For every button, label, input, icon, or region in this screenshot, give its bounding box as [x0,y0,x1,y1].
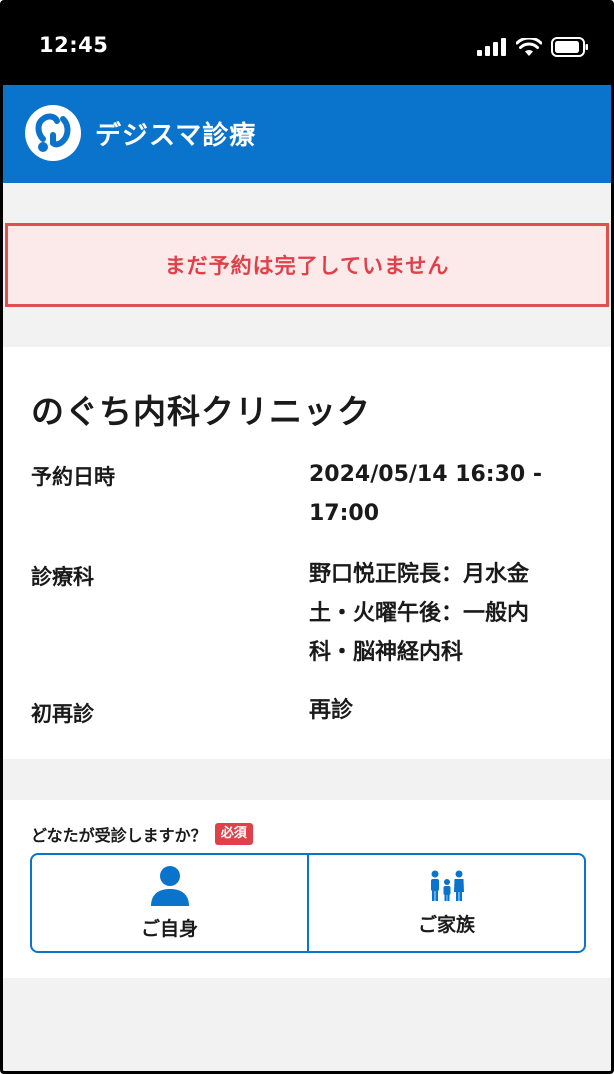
patient-question: どなたが受診しますか？ 必須 [31,822,253,846]
family-option-button[interactable]: ご家族 [307,855,584,951]
status-time: 12:45 [39,33,109,57]
status-icons [477,37,589,57]
visit-type-label: 初再診 [31,702,94,726]
value-line: 17:00 [309,501,380,526]
app-title: デジスマ診療 [95,121,257,151]
question-text: どなたが受診しますか？ [31,826,207,845]
visit-type-value: 再診 [309,691,579,730]
reservation-details-card: のぐち内科クリニック 予約日時 2024/05/14 16:30 - 17:00… [3,347,611,759]
required-badge: 必須 [214,823,253,845]
reservation-datetime-value: 2024/05/14 16:30 - 17:00 [309,455,579,533]
alert-message: まだ予約は完了していません [164,254,450,278]
family-option-label: ご家族 [417,913,475,936]
phone-frame: 12:45 デジスマ診療 まだ予約は完了していません のぐち内科クリニック 予約… [0,0,614,1074]
patient-selection-section: どなたが受診しますか？ 必須 ご自身 ご家族 [3,800,611,978]
family-icon [430,870,464,901]
value-line: 科・脳神経内科 [309,640,464,665]
department-value: 野口悦正院長：月水金 土・火曜午後：一般内 科・脳神経内科 [309,555,579,672]
clinic-name: のぐち内科クリニック [31,392,371,431]
battery-icon [551,37,588,57]
self-option-button[interactable]: ご自身 [32,855,307,951]
wifi-icon [516,37,542,56]
value-line: 野口悦正院長：月水金 [309,562,530,587]
value-line: 再診 [309,698,354,723]
incomplete-reservation-alert: まだ予約は完了していません [5,223,609,307]
reservation-datetime-label: 予約日時 [31,465,115,489]
department-label: 診療科 [31,565,94,589]
signal-icon [477,38,506,56]
value-line: 土・火曜午後：一般内 [309,601,530,626]
app-header: デジスマ診療 [3,85,611,183]
person-icon [150,865,189,906]
status-bar: 12:45 [3,3,611,85]
patient-choice-group: ご自身 ご家族 [30,853,586,953]
stethoscope-logo-icon [25,105,81,161]
self-option-label: ご自身 [140,917,198,940]
value-line: 2024/05/14 16:30 - [309,462,543,487]
